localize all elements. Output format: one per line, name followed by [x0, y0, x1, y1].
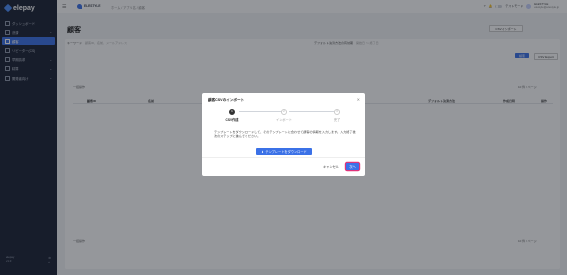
download-icon: ⬇	[261, 149, 264, 154]
step-import: 2 インポート	[264, 109, 304, 122]
step-label: CSV作成	[225, 118, 239, 122]
close-icon[interactable]: ✕	[357, 97, 360, 102]
step-csv-create: 1 CSV作成	[212, 109, 252, 122]
modal-title: 顧客CSVのインポート	[208, 98, 245, 102]
cancel-button[interactable]: キャンセル	[319, 163, 343, 170]
next-button[interactable]: 次へ	[346, 163, 359, 170]
step-number: 1	[229, 109, 235, 115]
step-number: 2	[281, 109, 287, 115]
step-number: 3	[334, 109, 340, 115]
modal-description: テンプレートをダウンロードして、そのテンプレートに合わせて顧客の情報を入力します…	[214, 130, 356, 139]
step-label: インポート	[276, 118, 292, 122]
stepper: 1 CSV作成 2 インポート 3 完了	[214, 109, 354, 125]
download-template-label: テンプレートをダウンロード	[265, 150, 307, 154]
import-modal: 顧客CSVのインポート ✕ 1 CSV作成 2 インポート 3 完了 テンプレー…	[202, 93, 365, 176]
step-label: 完了	[333, 118, 341, 122]
modal-footer-divider	[202, 157, 365, 158]
step-complete: 3 完了	[317, 109, 357, 122]
download-template-button[interactable]: ⬇ テンプレートをダウンロード	[256, 148, 312, 155]
